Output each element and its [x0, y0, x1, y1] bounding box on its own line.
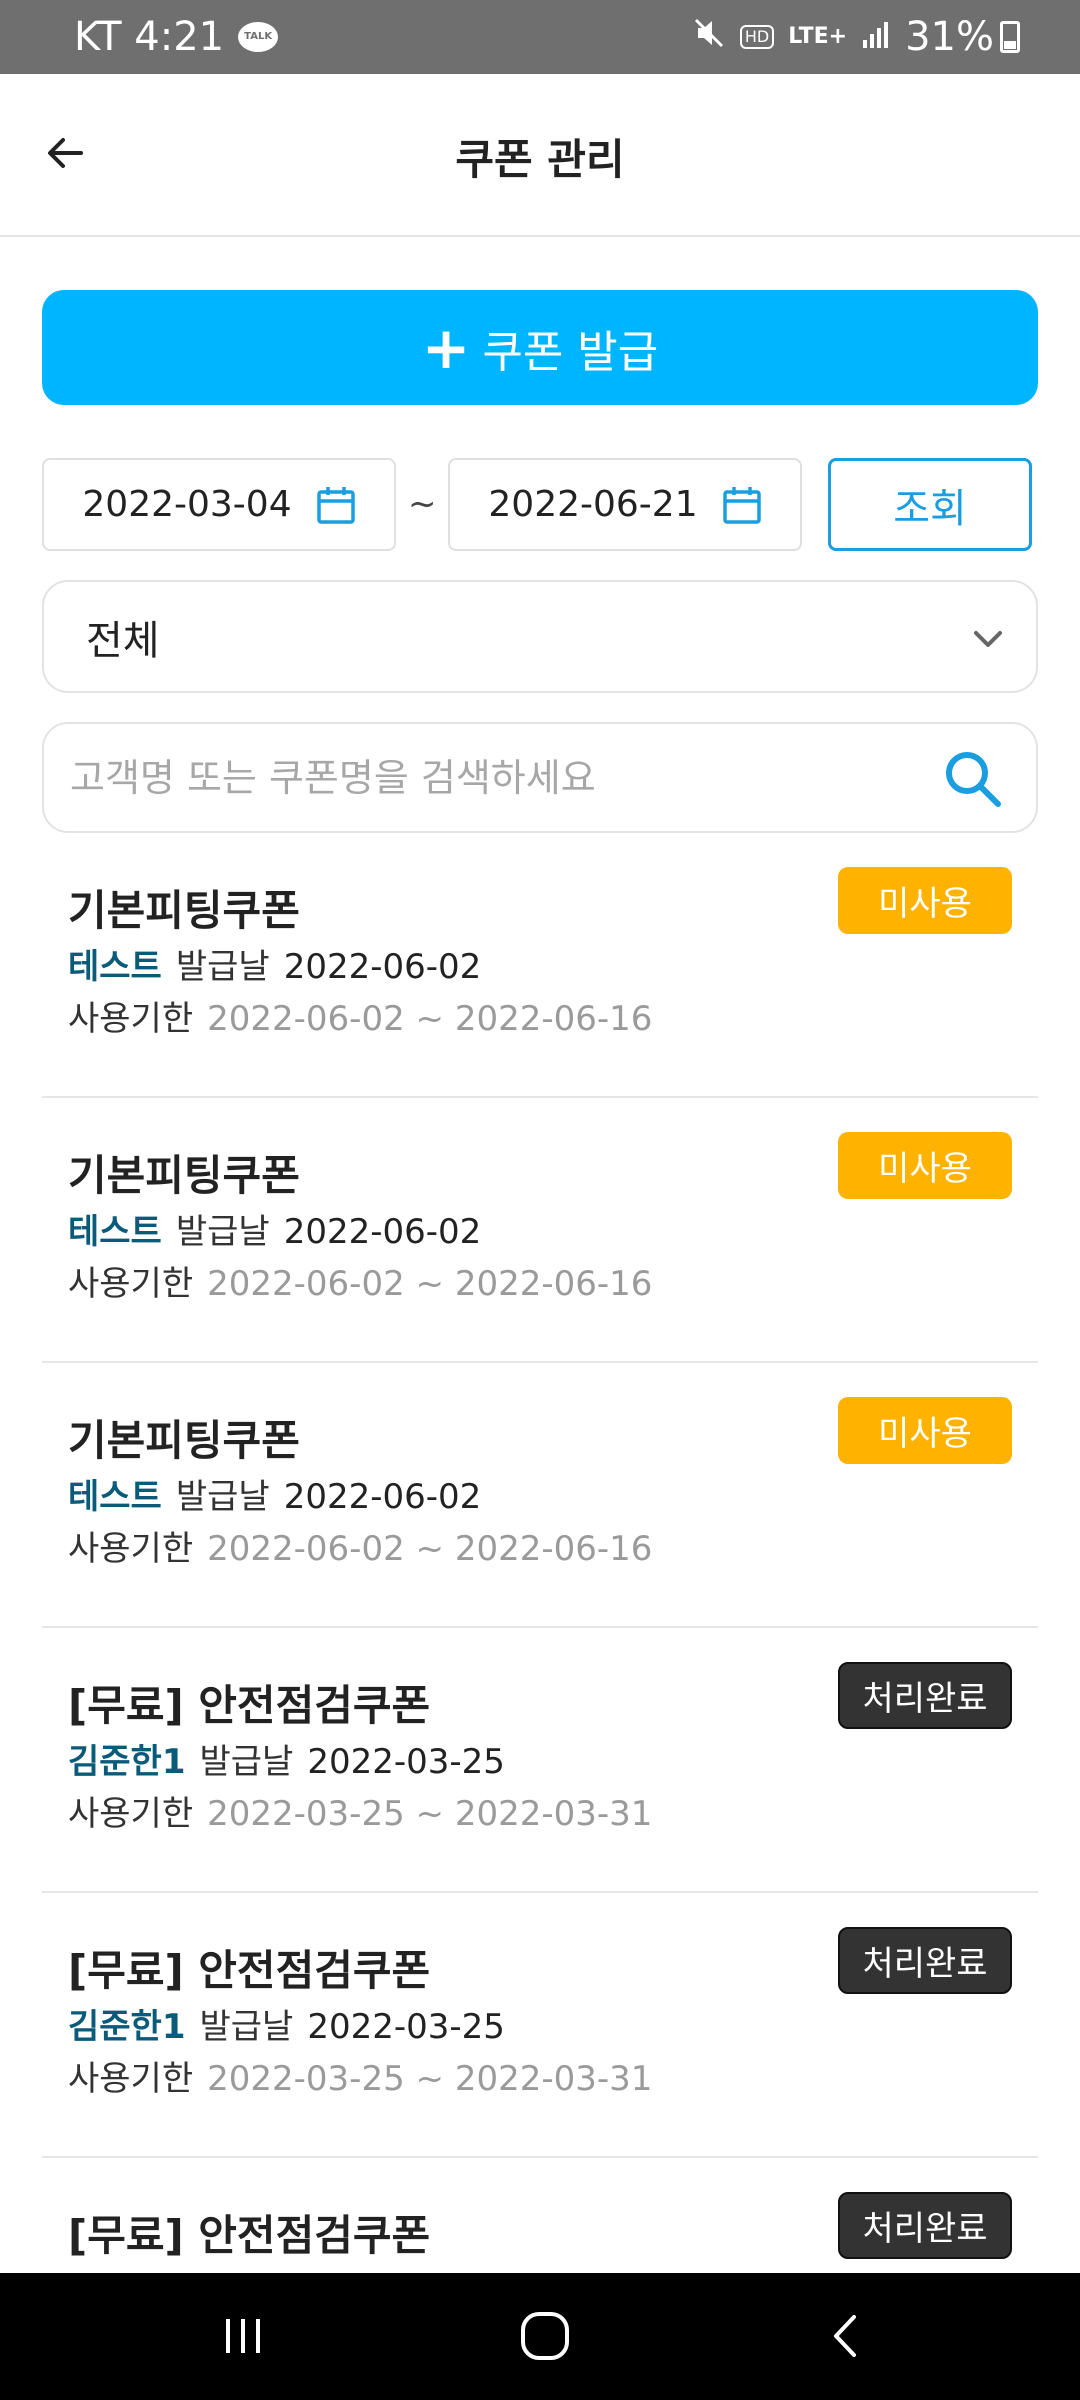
plus-icon: +: [421, 313, 471, 382]
issued-date: 2022-03-25: [307, 2007, 505, 2047]
issue-coupon-button[interactable]: + 쿠폰 발급: [42, 290, 1038, 405]
issued-label: 발급날: [175, 947, 270, 987]
validity-label: 사용기한: [68, 1794, 194, 1834]
issue-coupon-label: 쿠폰 발급: [482, 326, 659, 378]
status-badge: 미사용: [838, 1397, 1012, 1464]
validity-period: 2022-03-25 ~ 2022-03-31: [207, 2059, 653, 2099]
coupon-validity-line: 사용기한 2022-03-25 ~ 2022-03-31: [68, 1786, 652, 1835]
signal-icon: [861, 14, 891, 60]
nav-back-button[interactable]: [802, 2301, 892, 2371]
coupon-validity-line: 사용기한 2022-06-02 ~ 2022-06-16: [68, 1521, 652, 1570]
coupon-name: 기본피팅쿠폰: [68, 886, 300, 935]
coupon-validity-line: 사용기한 2022-06-02 ~ 2022-06-16: [68, 991, 652, 1040]
search-box: [42, 722, 1038, 833]
coupon-validity-line: 사용기한 2022-06-02 ~ 2022-06-16: [68, 1256, 652, 1305]
coupon-issue-line: 테스트 발급날 2022-06-02: [68, 939, 481, 988]
chevron-down-icon: [968, 618, 1008, 668]
home-button[interactable]: [500, 2301, 590, 2371]
coupon-name: 기본피팅쿠폰: [68, 1151, 300, 1200]
status-badge: 처리완료: [838, 2192, 1012, 2259]
coupon-issue-line: 김준한1 발급날 2022-03-25: [68, 1999, 505, 2048]
coupon-issue-line: 테스트 발급날 2022-06-02: [68, 1469, 481, 1518]
battery-percent: 31%: [905, 14, 994, 60]
coupon-validity-line: 사용기한 2022-03-25 ~ 2022-03-31: [68, 2051, 652, 2100]
coupon-name: [무료] 안전점검쿠폰: [68, 2211, 431, 2260]
recents-button[interactable]: [198, 2301, 288, 2371]
date-separator: ~: [408, 484, 437, 524]
carrier-time: KT 4:21: [74, 14, 225, 60]
issued-date: 2022-03-25: [307, 1742, 505, 1782]
category-dropdown[interactable]: 전체: [42, 580, 1038, 693]
coupon-name: [무료] 안전점검쿠폰: [68, 1946, 431, 1995]
validity-period: 2022-03-25 ~ 2022-03-31: [207, 1794, 653, 1834]
hd-icon: HD: [739, 25, 775, 49]
recents-icon: [226, 2319, 260, 2353]
home-icon: [521, 2312, 569, 2360]
list-item[interactable]: [무료] 안전점검쿠폰 김준한1 발급날 2022-03-25 사용기한 2022-0…: [42, 1893, 1038, 2158]
start-date-value: 2022-03-04: [82, 484, 292, 525]
status-right: HD LTE+ 31%: [692, 14, 1020, 60]
issued-label: 발급날: [199, 2007, 294, 2047]
validity-label: 사용기한: [68, 2059, 194, 2099]
validity-label: 사용기한: [68, 1529, 194, 1569]
calendar-icon: [722, 485, 762, 525]
system-nav-bar: [0, 2273, 1080, 2400]
customer-name: 테스트: [68, 1477, 162, 1517]
validity-label: 사용기한: [68, 1264, 194, 1304]
validity-label: 사용기한: [68, 999, 194, 1039]
search-icon[interactable]: [942, 748, 1004, 814]
coupon-issue-line: 테스트 발급날 2022-06-02: [68, 1204, 481, 1253]
chevron-left-icon: [834, 2315, 856, 2357]
list-item[interactable]: [무료] 안전점검쿠폰 김준한1 발급날 2022-03-25 사용기한 2022-0…: [42, 1628, 1038, 1893]
issued-date: 2022-06-02: [283, 947, 482, 987]
end-date-value: 2022-06-21: [488, 484, 698, 525]
coupon-name: 기본피팅쿠폰: [68, 1416, 300, 1465]
issued-date: 2022-06-02: [283, 1212, 482, 1252]
mute-icon: [692, 14, 726, 60]
validity-period: 2022-06-02 ~ 2022-06-16: [207, 1529, 653, 1569]
search-input[interactable]: [70, 755, 890, 800]
lte-icon: LTE+: [788, 24, 848, 49]
customer-name: 테스트: [68, 947, 162, 987]
coupon-issue-line: 김준한1 발급날 2022-03-25: [68, 1734, 505, 1783]
status-badge: 처리완료: [838, 1662, 1012, 1729]
issued-label: 발급날: [199, 1742, 294, 1782]
list-item[interactable]: 기본피팅쿠폰 테스트 발급날 2022-06-02 사용기한 2022-06-02 ~…: [42, 1098, 1038, 1363]
query-button[interactable]: 조회: [828, 458, 1032, 551]
validity-period: 2022-06-02 ~ 2022-06-16: [207, 1264, 653, 1304]
customer-name: 김준한1: [68, 1742, 186, 1782]
issued-date: 2022-06-02: [283, 1477, 482, 1517]
status-badge: 미사용: [838, 867, 1012, 934]
issued-label: 발급날: [175, 1477, 270, 1517]
customer-name: 테스트: [68, 1212, 162, 1252]
calendar-icon: [316, 485, 356, 525]
status-left: KT 4:21 TALK: [74, 14, 279, 60]
category-selected: 전체: [86, 617, 160, 664]
page-title: 쿠폰 관리: [455, 135, 625, 184]
list-item[interactable]: 기본피팅쿠폰 테스트 발급날 2022-06-02 사용기한 2022-06-02 ~…: [42, 833, 1038, 1098]
battery-icon: [1000, 21, 1020, 53]
app-bar: 쿠폰 관리: [0, 74, 1080, 237]
status-bar: KT 4:21 TALK HD LTE+ 31%: [0, 0, 1080, 74]
status-badge: 처리완료: [838, 1927, 1012, 1994]
start-date-field[interactable]: 2022-03-04: [42, 458, 396, 551]
coupon-name: [무료] 안전점검쿠폰: [68, 1681, 431, 1730]
list-item[interactable]: 기본피팅쿠폰 테스트 발급날 2022-06-02 사용기한 2022-06-02 ~…: [42, 1363, 1038, 1628]
end-date-field[interactable]: 2022-06-21: [448, 458, 802, 551]
talk-icon: TALK: [238, 22, 279, 52]
validity-period: 2022-06-02 ~ 2022-06-16: [207, 999, 653, 1039]
customer-name: 김준한1: [68, 2007, 186, 2047]
issued-label: 발급날: [175, 1212, 270, 1252]
status-badge: 미사용: [838, 1132, 1012, 1199]
